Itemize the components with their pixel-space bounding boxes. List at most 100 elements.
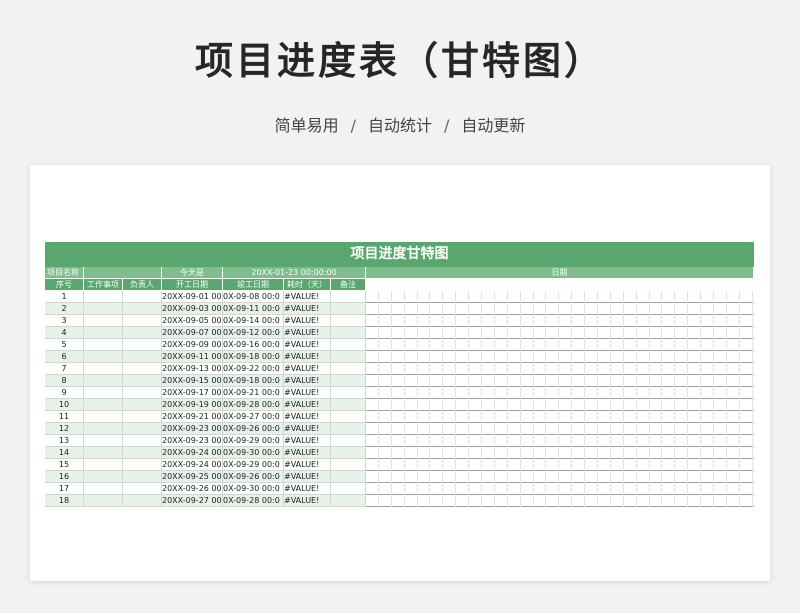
note-cell[interactable]	[331, 411, 366, 423]
owner-cell[interactable]	[123, 471, 162, 483]
task-cell[interactable]	[84, 495, 123, 507]
note-cell[interactable]	[331, 483, 366, 495]
seq-cell[interactable]: 8	[45, 375, 84, 387]
end-date-cell[interactable]: 0X-09-18 00:0	[223, 375, 284, 387]
start-date-cell[interactable]: 20XX-09-05 00:0	[162, 315, 223, 327]
seq-cell[interactable]: 12	[45, 423, 84, 435]
task-cell[interactable]	[84, 303, 123, 315]
duration-cell[interactable]: #VALUE!	[284, 351, 331, 363]
seq-cell[interactable]: 6	[45, 351, 84, 363]
duration-cell[interactable]: #VALUE!	[284, 423, 331, 435]
duration-cell[interactable]: #VALUE!	[284, 459, 331, 471]
end-date-cell[interactable]: 0X-09-16 00:0	[223, 339, 284, 351]
note-cell[interactable]	[331, 315, 366, 327]
owner-cell[interactable]	[123, 387, 162, 399]
task-cell[interactable]	[84, 459, 123, 471]
start-date-cell[interactable]: 20XX-09-19 00:0	[162, 399, 223, 411]
seq-cell[interactable]: 4	[45, 327, 84, 339]
start-date-cell[interactable]: 20XX-09-23 00:0	[162, 435, 223, 447]
owner-cell[interactable]	[123, 303, 162, 315]
start-date-cell[interactable]: 20XX-09-13 00:0	[162, 363, 223, 375]
seq-cell[interactable]: 13	[45, 435, 84, 447]
end-date-cell[interactable]: 0X-09-21 00:0	[223, 387, 284, 399]
note-cell[interactable]	[331, 471, 366, 483]
note-cell[interactable]	[331, 303, 366, 315]
owner-cell[interactable]	[123, 363, 162, 375]
start-date-cell[interactable]: 20XX-09-09 00:0	[162, 339, 223, 351]
owner-cell[interactable]	[123, 339, 162, 351]
note-cell[interactable]	[331, 459, 366, 471]
note-cell[interactable]	[331, 327, 366, 339]
seq-cell[interactable]: 11	[45, 411, 84, 423]
note-cell[interactable]	[331, 387, 366, 399]
end-date-cell[interactable]: 0X-09-22 00:0	[223, 363, 284, 375]
end-date-cell[interactable]: 0X-09-30 00:0	[223, 483, 284, 495]
project-name-value[interactable]	[84, 267, 162, 279]
duration-cell[interactable]: #VALUE!	[284, 387, 331, 399]
end-date-cell[interactable]: 0X-09-29 00:0	[223, 435, 284, 447]
note-cell[interactable]	[331, 495, 366, 507]
start-date-cell[interactable]: 20XX-09-17 00:0	[162, 387, 223, 399]
seq-cell[interactable]: 17	[45, 483, 84, 495]
duration-cell[interactable]: #VALUE!	[284, 291, 331, 303]
start-date-cell[interactable]: 20XX-09-26 00:0	[162, 483, 223, 495]
note-cell[interactable]	[331, 375, 366, 387]
duration-cell[interactable]: #VALUE!	[284, 447, 331, 459]
seq-cell[interactable]: 5	[45, 339, 84, 351]
owner-cell[interactable]	[123, 327, 162, 339]
owner-cell[interactable]	[123, 399, 162, 411]
seq-cell[interactable]: 7	[45, 363, 84, 375]
end-date-cell[interactable]: 0X-09-08 00:0	[223, 291, 284, 303]
start-date-cell[interactable]: 20XX-09-21 00:0	[162, 411, 223, 423]
duration-cell[interactable]: #VALUE!	[284, 399, 331, 411]
end-date-cell[interactable]: 0X-09-29 00:0	[223, 459, 284, 471]
owner-cell[interactable]	[123, 291, 162, 303]
task-cell[interactable]	[84, 447, 123, 459]
end-date-cell[interactable]: 0X-09-28 00:0	[223, 399, 284, 411]
duration-cell[interactable]: #VALUE!	[284, 435, 331, 447]
seq-cell[interactable]: 1	[45, 291, 84, 303]
start-date-cell[interactable]: 20XX-09-01 00:0	[162, 291, 223, 303]
seq-cell[interactable]: 16	[45, 471, 84, 483]
duration-cell[interactable]: #VALUE!	[284, 471, 331, 483]
end-date-cell[interactable]: 0X-09-26 00:0	[223, 471, 284, 483]
task-cell[interactable]	[84, 399, 123, 411]
note-cell[interactable]	[331, 351, 366, 363]
start-date-cell[interactable]: 20XX-09-24 00:0	[162, 459, 223, 471]
note-cell[interactable]	[331, 339, 366, 351]
end-date-cell[interactable]: 0X-09-11 00:0	[223, 303, 284, 315]
task-cell[interactable]	[84, 423, 123, 435]
owner-cell[interactable]	[123, 375, 162, 387]
start-date-cell[interactable]: 20XX-09-25 00:0	[162, 471, 223, 483]
seq-cell[interactable]: 18	[45, 495, 84, 507]
owner-cell[interactable]	[123, 423, 162, 435]
task-cell[interactable]	[84, 363, 123, 375]
owner-cell[interactable]	[123, 447, 162, 459]
duration-cell[interactable]: #VALUE!	[284, 375, 331, 387]
note-cell[interactable]	[331, 435, 366, 447]
seq-cell[interactable]: 10	[45, 399, 84, 411]
end-date-cell[interactable]: 0X-09-12 00:0	[223, 327, 284, 339]
task-cell[interactable]	[84, 327, 123, 339]
duration-cell[interactable]: #VALUE!	[284, 495, 331, 507]
seq-cell[interactable]: 9	[45, 387, 84, 399]
note-cell[interactable]	[331, 399, 366, 411]
end-date-cell[interactable]: 0X-09-27 00:0	[223, 411, 284, 423]
duration-cell[interactable]: #VALUE!	[284, 303, 331, 315]
duration-cell[interactable]: #VALUE!	[284, 411, 331, 423]
start-date-cell[interactable]: 20XX-09-11 00:0	[162, 351, 223, 363]
task-cell[interactable]	[84, 387, 123, 399]
duration-cell[interactable]: #VALUE!	[284, 315, 331, 327]
seq-cell[interactable]: 3	[45, 315, 84, 327]
seq-cell[interactable]: 2	[45, 303, 84, 315]
task-cell[interactable]	[84, 339, 123, 351]
start-date-cell[interactable]: 20XX-09-15 00:0	[162, 375, 223, 387]
duration-cell[interactable]: #VALUE!	[284, 483, 331, 495]
task-cell[interactable]	[84, 351, 123, 363]
task-cell[interactable]	[84, 375, 123, 387]
owner-cell[interactable]	[123, 495, 162, 507]
owner-cell[interactable]	[123, 459, 162, 471]
task-cell[interactable]	[84, 315, 123, 327]
owner-cell[interactable]	[123, 435, 162, 447]
seq-cell[interactable]: 15	[45, 459, 84, 471]
